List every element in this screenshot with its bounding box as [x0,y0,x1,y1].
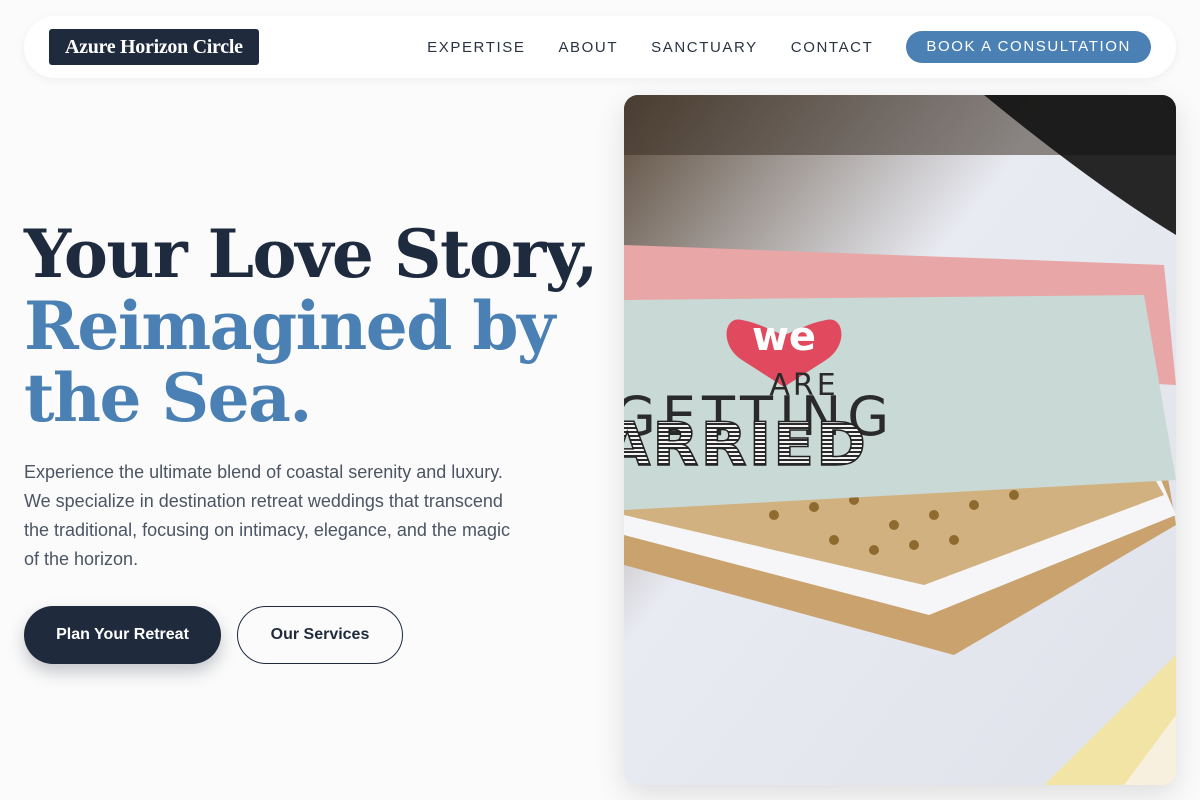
nav-link-contact[interactable]: CONTACT [791,39,874,56]
hero-headline: Your Love Story, Reimagined by the Sea. [24,218,604,434]
plan-retreat-button[interactable]: Plan Your Retreat [24,606,221,664]
hero-photo: we ARE GETTING ARRIED [624,95,1176,785]
nav-link-sanctuary[interactable]: SANCTUARY [651,39,758,56]
top-navbar: Azure Horizon Circle EXPERTISE ABOUT SAN… [24,16,1176,78]
hero-description: Experience the ultimate blend of coastal… [24,462,510,569]
nav-links: EXPERTISE ABOUT SANCTUARY CONTACT BOOK A… [427,31,1151,63]
book-consultation-button[interactable]: BOOK A CONSULTATION [906,31,1151,63]
headline-accent-line-1: Reimagined by [24,287,555,365]
brand-logo[interactable]: Azure Horizon Circle [49,29,259,65]
card-text-married: ARRIED [624,410,868,480]
card-text-we: we [752,314,816,360]
wedding-cards-illustration: we ARE GETTING ARRIED [624,95,1176,785]
headline-line-1: Your Love Story, [24,215,598,293]
headline-accent-line-2: the Sea. [24,359,312,437]
our-services-button[interactable]: Our Services [237,606,403,664]
nav-link-expertise[interactable]: EXPERTISE [427,39,525,56]
nav-link-about[interactable]: ABOUT [558,39,618,56]
